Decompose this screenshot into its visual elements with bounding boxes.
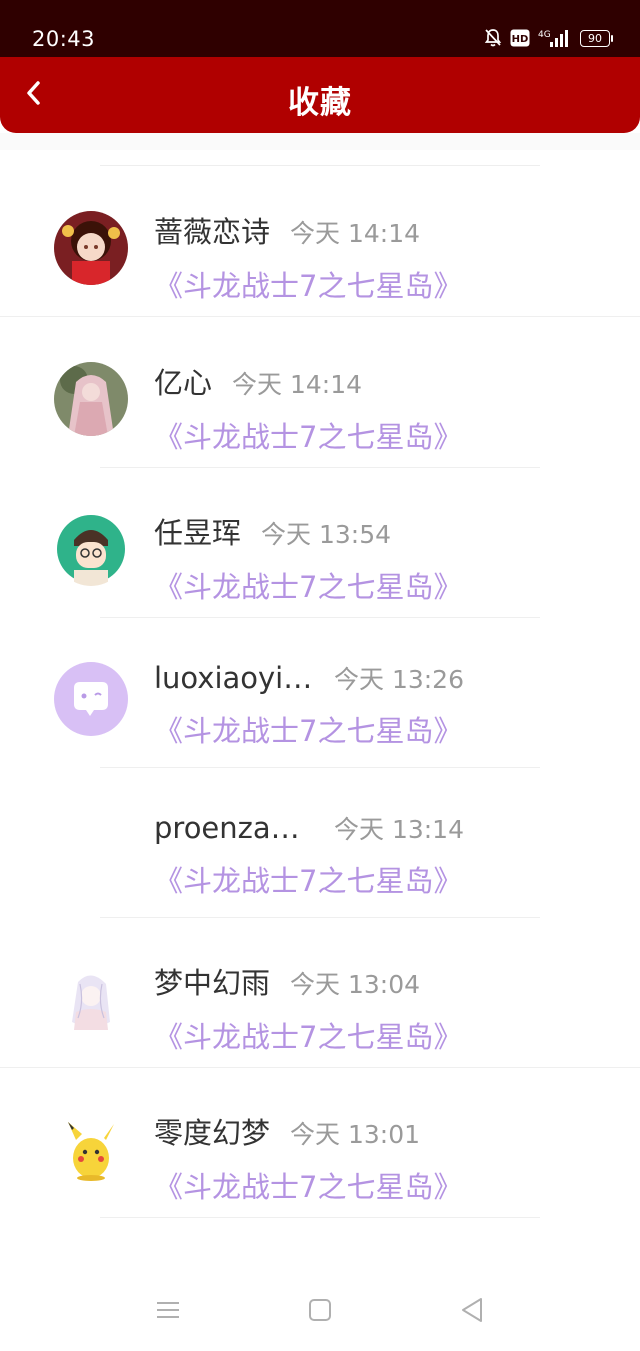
list-item[interactable]: 亿心 今天 14:14 《斗龙战士7之七星岛》 — [0, 318, 640, 468]
user-name[interactable]: 零度幻梦 — [154, 1110, 270, 1152]
bell-off-icon — [484, 28, 502, 48]
user-name[interactable]: 蔷薇恋诗 — [154, 209, 270, 251]
menu-icon — [156, 1300, 180, 1324]
home-button[interactable] — [302, 1294, 338, 1330]
header-gap — [0, 133, 640, 150]
book-title-link[interactable]: 《斗龙战士7之七星岛》 — [154, 263, 462, 305]
svg-text:HD: HD — [512, 34, 529, 45]
list-item[interactable]: 蔷薇恋诗 今天 14:14 《斗龙战士7之七星岛》 — [0, 167, 640, 317]
user-name[interactable]: luoxiaoyid... — [154, 661, 314, 695]
page-title: 收藏 — [288, 85, 352, 121]
divider — [0, 316, 640, 317]
divider — [100, 1217, 540, 1218]
favorites-list[interactable]: 蔷薇恋诗 今天 14:14 《斗龙战士7之七星岛》 亿心 今天 14:14 《斗… — [0, 150, 640, 1272]
book-title-link[interactable]: 《斗龙战士7之七星岛》 — [154, 414, 462, 456]
status-bar: 20:43 HD 4G 90 — [0, 0, 640, 57]
timestamp: 今天 14:14 — [232, 370, 363, 399]
status-icons: HD 4G 90 — [484, 28, 613, 48]
user-name[interactable]: 梦中幻雨 — [154, 960, 270, 1002]
timestamp: 今天 13:04 — [290, 970, 421, 999]
avatar[interactable] — [54, 812, 128, 886]
item-text: 零度幻梦 今天 13:01 《斗龙战士7之七星岛》 — [154, 1110, 462, 1206]
timestamp: 今天 13:26 — [334, 665, 464, 694]
battery-indicator: 90 — [580, 29, 613, 47]
list-item[interactable]: 梦中幻雨 今天 13:04 《斗龙战士7之七星岛》 — [0, 918, 640, 1068]
avatar[interactable] — [54, 662, 128, 736]
avatar[interactable] — [54, 362, 128, 436]
list-item[interactable]: 任昱珲 今天 13:54 《斗龙战士7之七星岛》 — [0, 468, 640, 618]
item-text: 梦中幻雨 今天 13:04 《斗龙战士7之七星岛》 — [154, 960, 462, 1056]
timestamp: 今天 13:54 — [261, 520, 392, 549]
timestamp: 今天 14:14 — [290, 219, 421, 248]
list-item[interactable]: proenzasc... 今天 13:14 《斗龙战士7之七星岛》 — [0, 768, 640, 918]
book-title-link[interactable]: 《斗龙战士7之七星岛》 — [154, 1014, 462, 1056]
book-title-link[interactable]: 《斗龙战士7之七星岛》 — [154, 858, 464, 900]
item-text: luoxiaoyid... 今天 13:26 《斗龙战士7之七星岛》 — [154, 660, 464, 750]
item-text: proenzasc... 今天 13:14 《斗龙战士7之七星岛》 — [154, 810, 464, 900]
timestamp: 今天 13:01 — [290, 1120, 421, 1149]
header-bar: 收藏 — [0, 57, 640, 133]
back-nav-button[interactable] — [454, 1294, 490, 1330]
user-name[interactable]: 任昱珲 — [154, 510, 241, 552]
menu-button[interactable] — [150, 1294, 186, 1330]
timestamp: 今天 13:14 — [334, 815, 464, 844]
avatar[interactable] — [54, 211, 128, 285]
list-item[interactable]: 零度幻梦 今天 13:01 《斗龙战士7之七星岛》 — [0, 1068, 640, 1218]
user-name[interactable]: 亿心 — [154, 360, 212, 402]
list-item[interactable]: luoxiaoyid... 今天 13:26 《斗龙战士7之七星岛》 — [0, 618, 640, 768]
item-text: 亿心 今天 14:14 《斗龙战士7之七星岛》 — [154, 360, 462, 456]
item-text: 任昱珲 今天 13:54 《斗龙战士7之七星岛》 — [154, 510, 462, 606]
home-square-icon — [308, 1298, 332, 1326]
signal-4g-icon: 4G — [538, 28, 572, 48]
book-title-link[interactable]: 《斗龙战士7之七星岛》 — [154, 708, 464, 750]
back-triangle-icon — [460, 1297, 484, 1327]
avatar[interactable] — [54, 962, 128, 1036]
avatar[interactable] — [54, 512, 128, 586]
status-time: 20:43 — [32, 27, 96, 51]
hd-icon: HD — [510, 29, 530, 47]
svg-text:4G: 4G — [538, 30, 551, 40]
user-name[interactable]: proenzasc... — [154, 811, 314, 845]
avatar[interactable] — [54, 1112, 128, 1186]
system-nav-bar — [0, 1272, 640, 1351]
item-text: 蔷薇恋诗 今天 14:14 《斗龙战士7之七星岛》 — [154, 209, 462, 305]
book-title-link[interactable]: 《斗龙战士7之七星岛》 — [154, 564, 462, 606]
book-title-link[interactable]: 《斗龙战士7之七星岛》 — [154, 1164, 462, 1206]
divider — [100, 165, 540, 166]
